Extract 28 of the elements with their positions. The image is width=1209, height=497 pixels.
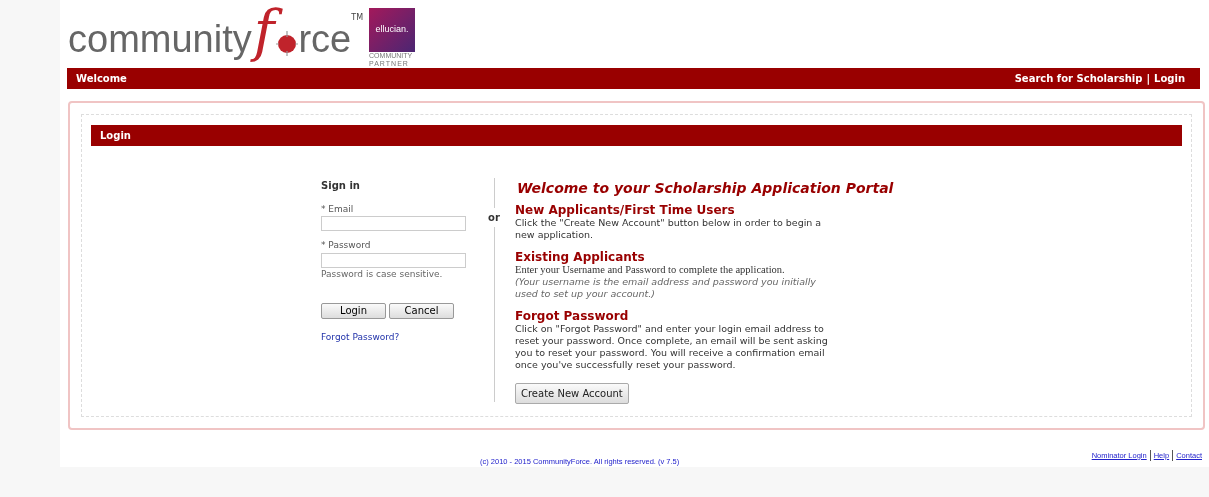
field-label: * Email xyxy=(321,202,355,216)
login-button[interactable]: Login xyxy=(321,303,386,320)
portal-title: Welcome to your Scholarship Application Portal xyxy=(516,178,895,198)
create-account-button[interactable]: Create New Account xyxy=(515,382,629,404)
field-label: * Password xyxy=(321,239,372,253)
panel-header: Login xyxy=(91,124,1182,146)
section-heading: New Applicants/First Time Users xyxy=(515,203,736,217)
logo-text: community xyxy=(68,20,252,60)
section-note: (Your username is the email address and password you initially used to set up your account.) xyxy=(515,275,817,300)
section-text: Click on "Forgot Password" and enter your login email address to reset your password. Once complete, an email will be sent asking you to reset your password. You will receive a confirmation email once you've successfully reset your password. xyxy=(515,322,829,371)
section-heading: Existing Applicants xyxy=(515,250,646,264)
sign-in-heading: Sign in xyxy=(321,178,361,193)
section-text: Enter your Username and Password to complete the application. xyxy=(515,263,786,276)
nav-title: Welcome xyxy=(76,71,127,86)
or-divider-text: or xyxy=(488,210,500,225)
nav-separator: | xyxy=(1146,71,1151,86)
partner-badge: ellucian. xyxy=(369,8,416,52)
forgot-password-link[interactable]: Forgot Password? xyxy=(321,331,471,345)
nav-link[interactable]: Login xyxy=(1154,70,1185,86)
trademark-mark: TM xyxy=(351,12,364,24)
input-field[interactable] xyxy=(321,252,466,268)
section-text: Click the "Create New Account" button below in order to begin a new application. xyxy=(515,216,823,241)
logo-text: rce xyxy=(298,20,352,62)
input-field[interactable] xyxy=(321,216,466,232)
section-heading: Forgot Password xyxy=(515,309,630,323)
nav-link[interactable]: Search for Scholarship xyxy=(1014,70,1143,86)
cancel-button[interactable]: Cancel xyxy=(389,303,454,320)
field-hint: Password is case sensitive. xyxy=(321,267,444,281)
